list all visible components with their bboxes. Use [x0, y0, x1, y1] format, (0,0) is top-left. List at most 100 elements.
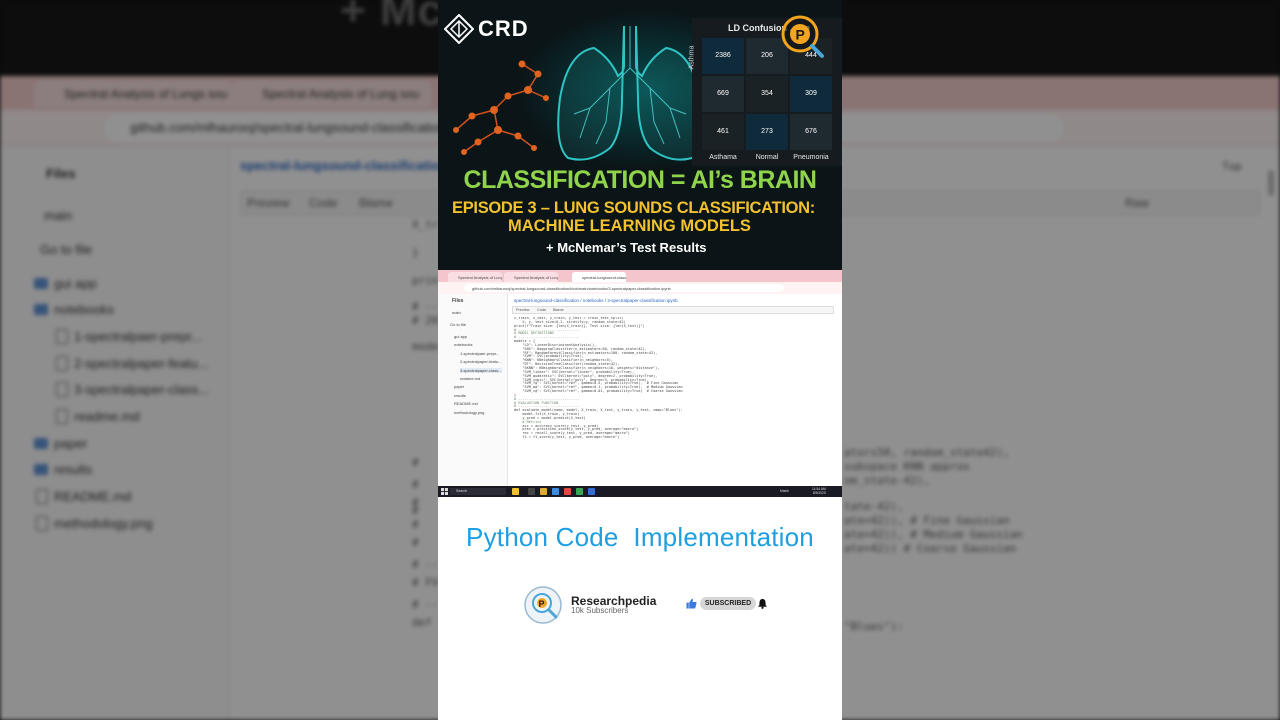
section-heading: Python Code Implementation [466, 522, 814, 552]
bg-tab-preview: Preview [247, 196, 290, 210]
cm-x-label: Normal [755, 154, 779, 161]
bg-tree-item: README.md [35, 489, 132, 504]
bg-top-label: Top [1222, 160, 1242, 173]
bell-icon[interactable] [757, 598, 768, 609]
bg-tree-item: methodology.png [36, 516, 153, 531]
bg-code-line: prin [412, 274, 439, 287]
bg-tab-code: Code [309, 196, 338, 210]
bg-code-line: # 20 [412, 314, 439, 327]
bg-code-line: def [412, 616, 432, 629]
bg-code-line: ators50, random_state42), [844, 446, 1010, 459]
confusion-matrix-cell: 354 [746, 76, 788, 112]
thumbs-up-icon[interactable] [686, 598, 697, 609]
bg-code-line: # [412, 536, 419, 549]
bg-tab-blame: Blame [359, 196, 394, 210]
mini-address-bar: github.com/mlhaurooj/spectral-lungsound-… [438, 282, 842, 294]
bg-code-line: subspace KNN approx [844, 460, 970, 473]
mini-tree-item: 2-spectralpaper-featu... [460, 359, 502, 365]
bg-code-line: "Blues"): [844, 620, 904, 633]
taskbar-app-icon [588, 488, 595, 495]
taskbar-app-icon [552, 488, 559, 495]
bg-code-line: # -- [412, 300, 439, 313]
mini-tree-item: gui app [454, 334, 468, 339]
bg-tree-item: paper [33, 436, 88, 451]
bg-tree-item: notebooks [34, 302, 114, 317]
mini-tab: Spectral Analysis of Lung sou [504, 272, 558, 282]
bg-breadcrumb: spectral-lungsound-classification / n [240, 158, 467, 173]
mini-code-line: f1 = f1_score(y_test, y_pred, average="m… [514, 435, 620, 440]
thumbnail-subline: + McNemar’s Test Results [546, 240, 707, 255]
bg-tab: Spectral Analysis of Lung sou [232, 80, 432, 108]
mini-tab-blame: Blame [553, 308, 564, 312]
mini-tab: Spectral Analysis of Lungs sou [448, 272, 502, 282]
taskbar-app-icon [528, 488, 535, 495]
researchpedia-logo-icon: P [781, 15, 824, 58]
mini-taskbar: Search Match 11:54 AM 8/5/2025 [438, 486, 842, 497]
confusion-matrix-row-label: Asthma [688, 45, 696, 70]
bg-code-line: ate=42)), # Fine Gaussian [844, 514, 1010, 527]
mini-view-bar: Preview Code Blame [512, 306, 834, 314]
mini-url: github.com/mlhaurooj/spectral-lungsound-… [464, 284, 784, 292]
bg-code-line: # [412, 478, 419, 491]
bg-code-line: # [412, 504, 419, 517]
bg-code-line: # [412, 518, 419, 531]
svg-text:P: P [539, 599, 545, 609]
taskbar-app-icon [576, 488, 583, 495]
confusion-matrix-cell: 461 [702, 114, 744, 150]
bg-code-line: # -- [412, 558, 439, 571]
confusion-matrix-cell: 273 [746, 114, 788, 150]
thumbnail-episode-line1: EPISODE 3 – LUNG SOUNDS CLASSIFICATION: [452, 199, 815, 217]
bg-tree-item: 3-spectralpaper-class... [55, 382, 210, 397]
mini-tab-preview: Preview [516, 308, 530, 312]
windows-start-icon [441, 488, 448, 495]
mini-tree-item: readme.md [460, 376, 481, 381]
bg-code-line: # FV [412, 576, 439, 589]
confusion-matrix-cell: 2386 [702, 38, 744, 74]
short-video: CRD LD Confusion ...ate Asthma 2386 206 … [438, 0, 842, 720]
cm-x-label: Pneumonia [793, 154, 829, 161]
mini-files-title: Files [452, 298, 464, 304]
folder-icon [540, 488, 547, 495]
mini-taskbar-clock: 11:54 AM 8/5/2025 [812, 487, 826, 496]
mini-go-to-file: Go to file [450, 322, 467, 327]
bg-branch: main [44, 208, 73, 223]
subscribed-button[interactable]: SUBSCRIBED [700, 597, 756, 610]
bg-code-line: } [412, 246, 419, 259]
mini-date: 8/5/2025 [812, 491, 826, 496]
bg-code-line: om_state-42), [844, 474, 931, 487]
mini-tree-item: 1-spectralpaer-prepr... [460, 350, 500, 356]
bg-code-line: X_tr [412, 218, 439, 231]
mini-tab-code: Code [537, 308, 547, 312]
mini-taskbar-weather: Match [780, 489, 789, 493]
bg-code-line: mode [412, 340, 439, 353]
bg-tree-item: 1-spectralpaer-prepr... [56, 329, 202, 344]
confusion-matrix-cell: 309 [790, 76, 832, 112]
svg-text:P: P [796, 27, 805, 43]
brand-name: CRD [478, 16, 529, 41]
mini-tree-item: 3-spectralpaper-class... [460, 367, 502, 373]
bg-tree-item: gui app [34, 276, 97, 291]
bg-code-line: ate=42)), # Medium Gaussian [844, 528, 1023, 541]
bg-go-to-file: Go to file [40, 242, 93, 257]
embedded-screenshot: Spectral Analysis of Lungs sou Spectral … [438, 270, 842, 497]
taskbar-app-icon [512, 488, 519, 495]
mini-tree-item: README.md [454, 401, 478, 407]
bg-tree-item: readme.md [56, 409, 140, 424]
bg-code-line: # -- [412, 598, 439, 611]
channel-avatar[interactable]: P [524, 586, 562, 624]
confusion-matrix-cell: 676 [790, 114, 832, 150]
bg-sidebar: Files main Go to file gui app notebooks 1-… [0, 146, 230, 720]
thumbnail: CRD LD Confusion ...ate Asthma 2386 206 … [438, 0, 842, 270]
mini-breadcrumb: spectral-lungsound-classification / note… [514, 298, 678, 303]
bg-code-line: # [412, 456, 419, 469]
neural-network-icon [453, 60, 549, 155]
lungs-icon [557, 25, 703, 161]
bg-tree-item: results [33, 462, 93, 477]
bg-code-line: tate-42), [844, 500, 904, 513]
video-frame: + Mc sults Spectral Analysis of Lungs so… [0, 0, 1280, 720]
mini-sidebar: Files main Go to file gui app notebooks 1-… [438, 294, 508, 486]
mini-branch: main [452, 310, 461, 315]
confusion-matrix-cell: 669 [702, 76, 744, 112]
mini-tree-item: results [454, 392, 466, 398]
mini-tab-active: spectral-lungsound-classificatio [572, 272, 626, 282]
